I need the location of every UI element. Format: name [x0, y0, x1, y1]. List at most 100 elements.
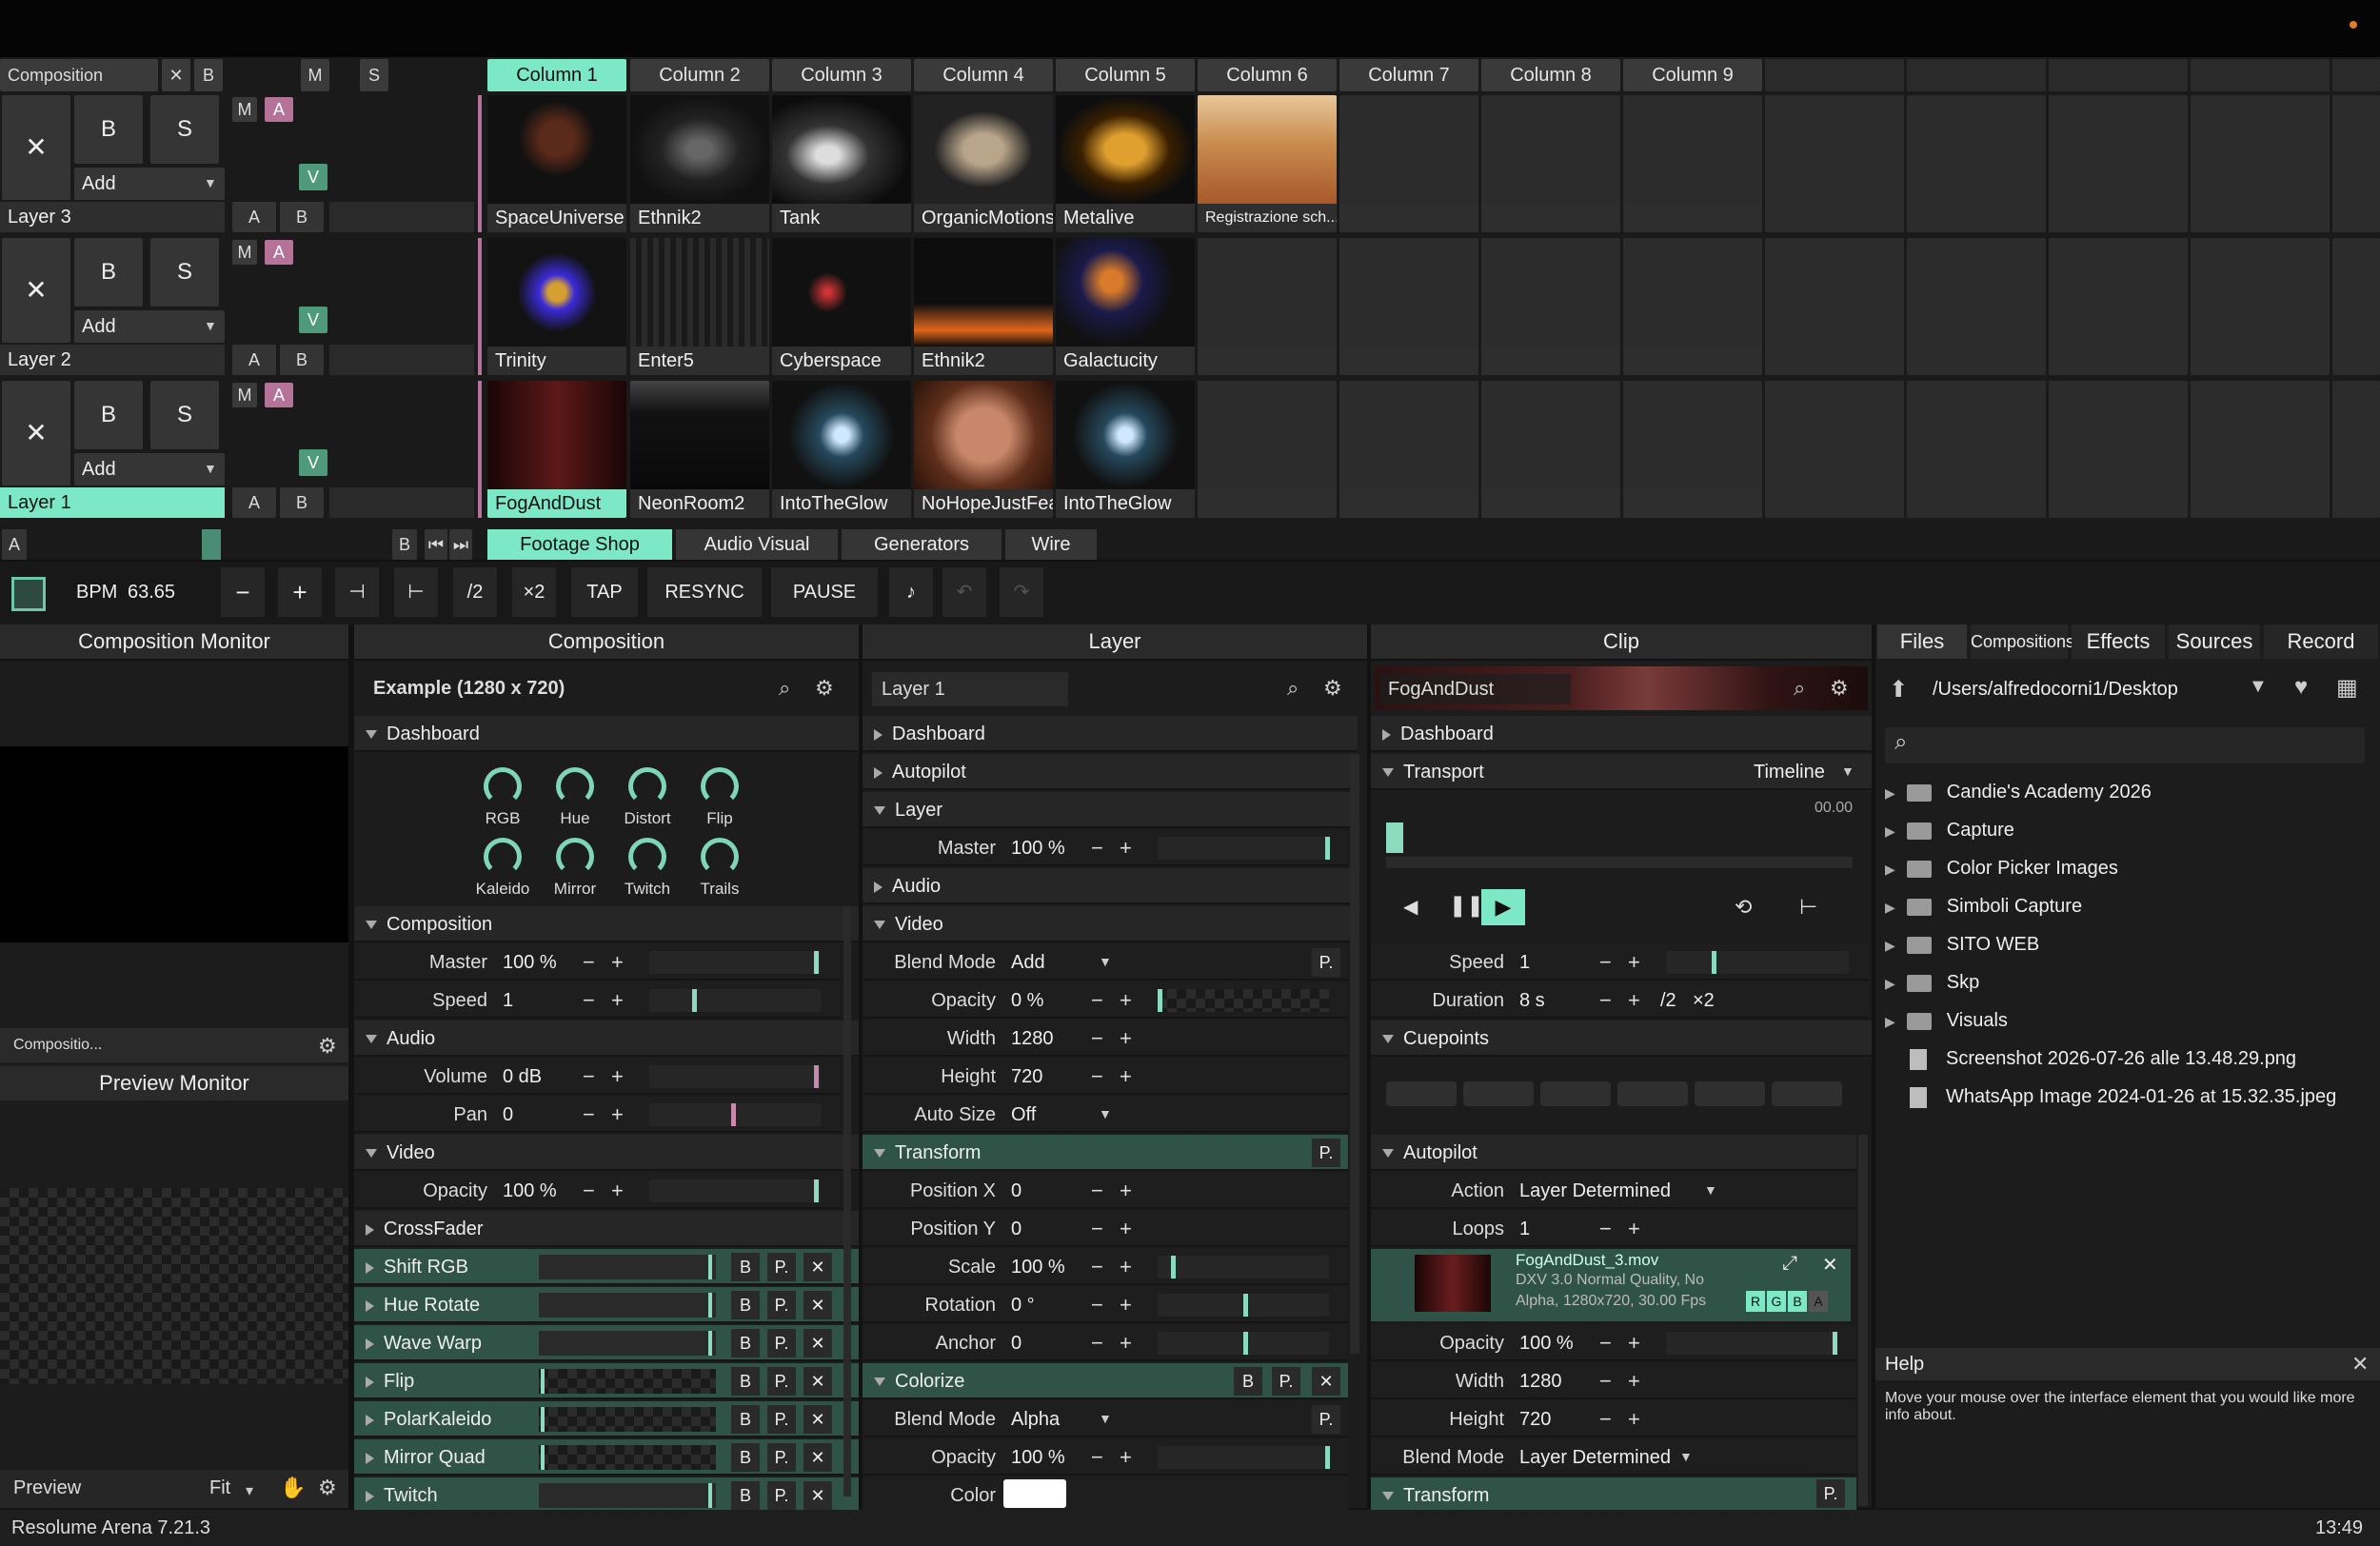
monitor-gear-icon[interactable]: ⚙: [318, 1034, 337, 1059]
browser-search-input[interactable]: [1885, 727, 2365, 763]
clip-slot[interactable]: [2332, 95, 2380, 232]
layer-crossfade-a-button[interactable]: A: [232, 345, 276, 375]
comp-pan-minus-button[interactable]: −: [583, 1102, 595, 1127]
clip-slot[interactable]: [2191, 381, 2330, 518]
expand-icon[interactable]: ⤢: [1782, 1253, 1797, 1275]
clip-slot[interactable]: FogAndDust: [487, 381, 626, 518]
column-header-3[interactable]: Column 3: [772, 59, 911, 91]
play-backward-icon[interactable]: ◀: [1403, 895, 1428, 920]
column-header-6[interactable]: Column 6: [1198, 59, 1337, 91]
clip-speed-minus-button[interactable]: −: [1599, 950, 1612, 975]
clip-height-plus-button[interactable]: +: [1628, 1407, 1640, 1432]
channel-g-button[interactable]: G: [1767, 1291, 1786, 1312]
layer-master-value[interactable]: 100 %: [1011, 838, 1065, 860]
deck-tab-generators[interactable]: Generators: [842, 529, 1002, 560]
layer-mute-button[interactable]: M: [232, 383, 257, 407]
clip-name-field[interactable]: FogAndDust: [1380, 674, 1571, 704]
clip-slot[interactable]: Enter5: [630, 238, 769, 375]
nudge-forward-icon[interactable]: ⊢: [394, 567, 438, 617]
layer-audio-section[interactable]: Audio: [863, 868, 1358, 904]
clip-slot[interactable]: [1481, 381, 1620, 518]
clip-scrollbar[interactable]: [1858, 1135, 1868, 1506]
remove-clip-close-icon[interactable]: ✕: [1822, 1253, 1838, 1277]
effect-mix-handle[interactable]: [541, 1445, 545, 1470]
column-header-4[interactable]: Column 4: [914, 59, 1053, 91]
effect-bypass-button[interactable]: B: [731, 1253, 760, 1281]
layer-clear-button[interactable]: ✕: [2, 95, 70, 200]
layer-a-button[interactable]: A: [265, 240, 293, 265]
transform-preset-button[interactable]: P.: [1312, 1139, 1340, 1167]
preview-gear-icon[interactable]: ⚙: [318, 1476, 337, 1500]
expand-chevron-icon[interactable]: ▶: [1885, 862, 1895, 877]
layer-name[interactable]: Layer 1: [0, 487, 225, 518]
crossfader-handle[interactable]: [202, 529, 221, 560]
comp-speed-plus-button[interactable]: +: [611, 988, 624, 1013]
column-header-7[interactable]: Column 7: [1339, 59, 1478, 91]
layer-crossfade-b-button[interactable]: B: [280, 345, 324, 375]
autopilot-loops-minus-button[interactable]: −: [1599, 1217, 1612, 1241]
layer-layer-section[interactable]: Layer: [863, 792, 1358, 828]
colorize-opacity-slider[interactable]: [1158, 1446, 1331, 1469]
autopilot-action-chevron-down-icon[interactable]: ▼: [1704, 1182, 1717, 1198]
clip-slot[interactable]: [1481, 95, 1620, 232]
colorize-blend-select[interactable]: Alpha: [1011, 1409, 1060, 1431]
file-item[interactable]: Screenshot 2026-07-26 alle 13.48.29.png: [1885, 1041, 2296, 1076]
folder-item[interactable]: ▶ SITO WEB: [1885, 927, 2039, 961]
audio-section[interactable]: Audio: [354, 1021, 859, 1057]
effect-preset-button[interactable]: P.: [767, 1291, 796, 1319]
clip-opacity-value[interactable]: 100 %: [1519, 1333, 1574, 1355]
layer-width-value[interactable]: 1280: [1011, 1028, 1054, 1050]
comp-volume-value[interactable]: 0 dB: [503, 1066, 542, 1088]
effect-mix-handle[interactable]: [708, 1331, 712, 1356]
expand-chevron-icon[interactable]: ▶: [1885, 823, 1895, 839]
file-item[interactable]: WhatsApp Image 2024-01-26 at 15.32.35.jp…: [1885, 1080, 2336, 1114]
column-header-5[interactable]: Column 5: [1056, 59, 1195, 91]
colorize-blend-chevron-down-icon[interactable]: ▼: [1099, 1411, 1112, 1426]
layer-video-button[interactable]: V: [299, 449, 327, 476]
effect-bypass-button[interactable]: B: [731, 1329, 760, 1358]
knob-kaleido[interactable]: [484, 838, 522, 876]
layer-a-button[interactable]: A: [265, 97, 293, 122]
layer-anchor-value[interactable]: 0: [1011, 1333, 1021, 1355]
knob-twitch[interactable]: [628, 838, 666, 876]
comp-opacity-minus-button[interactable]: −: [583, 1179, 595, 1203]
clip-slot[interactable]: [1907, 381, 2046, 518]
effect-mix-slider[interactable]: [539, 1293, 716, 1318]
colorize-color-swatch[interactable]: [1003, 1479, 1066, 1508]
layer-opacity-minus-button[interactable]: −: [1091, 988, 1103, 1013]
browser-tab-sources[interactable]: Sources: [2169, 624, 2260, 659]
cuepoint-slot[interactable]: [1772, 1081, 1842, 1106]
effect-mix-slider[interactable]: [539, 1331, 716, 1356]
layer-posx-plus-button[interactable]: +: [1120, 1179, 1132, 1203]
colorize-opacity-slider-handle[interactable]: [1325, 1446, 1331, 1469]
effect-mix-slider[interactable]: [539, 1445, 716, 1470]
autopilot-action-select[interactable]: Layer Determined: [1519, 1180, 1671, 1202]
hand-icon[interactable]: ✋: [280, 1476, 306, 1500]
comp-bypass-button[interactable]: B: [194, 59, 223, 91]
clip-slot[interactable]: [1765, 381, 1904, 518]
comp-volume-slider[interactable]: [649, 1065, 821, 1088]
duration-double-button[interactable]: ×2: [1693, 990, 1715, 1012]
clip-timeline-bar[interactable]: [1386, 857, 1853, 868]
crossfader-a-button[interactable]: A: [2, 529, 27, 560]
clip-opacity-minus-button[interactable]: −: [1599, 1331, 1612, 1356]
clip-playhead[interactable]: [1386, 823, 1403, 853]
layer-opacity-slider-handle[interactable]: [1158, 989, 1162, 1012]
cuepoint-slot[interactable]: [1695, 1081, 1765, 1106]
channel-r-button[interactable]: R: [1746, 1291, 1765, 1312]
clip-slot[interactable]: NoHopeJustFear: [914, 381, 1053, 518]
layer-height-plus-button[interactable]: +: [1120, 1064, 1132, 1089]
clip-slot[interactable]: [2332, 381, 2380, 518]
layer-crossfade-a-button[interactable]: A: [232, 202, 276, 232]
comp-speed-value[interactable]: 1: [503, 990, 513, 1012]
clip-width-plus-button[interactable]: +: [1628, 1369, 1640, 1394]
grid-view-icon[interactable]: ▦: [2336, 674, 2358, 702]
comp-master-value[interactable]: 100 %: [503, 952, 557, 974]
layer-transition-slot[interactable]: [329, 487, 474, 518]
clip-slot[interactable]: [1198, 381, 1337, 518]
clip-slot[interactable]: Registrazione sch...: [1198, 95, 1337, 232]
effect-preset-button[interactable]: P.: [767, 1329, 796, 1358]
expand-chevron-icon[interactable]: ▶: [1885, 900, 1895, 915]
clip-speed-slider-handle[interactable]: [1712, 951, 1716, 974]
layer-mute-button[interactable]: M: [232, 97, 257, 122]
